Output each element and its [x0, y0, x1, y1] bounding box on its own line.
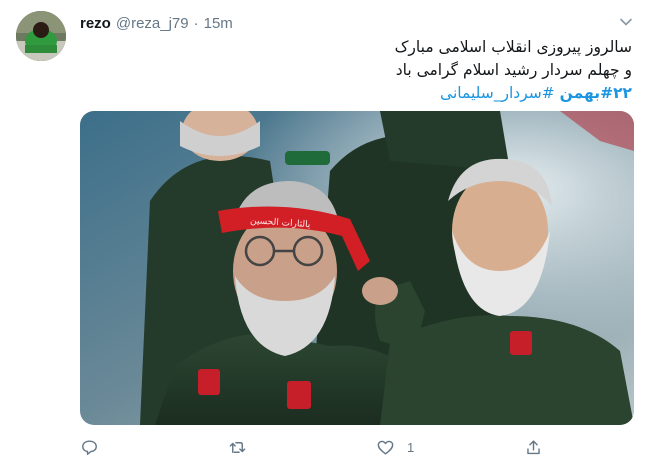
tweet-header: rezo @reza_j79 · 15m [80, 13, 233, 33]
tweet-text: سالروز پیروزی انقلاب اسلامی مبارک و چهلم… [92, 36, 632, 105]
tweet[interactable]: rezo @reza_j79 · 15m سالروز پیروزی انقلا… [0, 0, 652, 468]
hashtag-link-1[interactable]: #۲۲بهمن [560, 84, 632, 102]
share-button[interactable] [524, 434, 543, 460]
avatar[interactable] [16, 11, 66, 61]
share-icon [527, 439, 540, 454]
like-button[interactable]: 1 [376, 434, 414, 460]
user-handle[interactable]: @reza_j79 [116, 15, 189, 32]
avatar-image [16, 11, 66, 61]
tweet-timestamp[interactable]: 15m [204, 15, 233, 32]
display-name[interactable]: rezo [80, 15, 111, 32]
tweet-text-line-1: سالروز پیروزی انقلاب اسلامی مبارک [394, 38, 632, 56]
media-illustration: یالثارات الحسین [80, 111, 634, 425]
separator-dot: · [193, 14, 199, 32]
reply-icon [82, 439, 97, 455]
reply-button[interactable] [80, 434, 111, 460]
tweet-action-bar: 1 [80, 434, 560, 460]
tweet-menu-button[interactable] [618, 14, 634, 30]
tweet-text-line-2: و چهلم سردار رشید اسلام گرامی باد [395, 61, 632, 79]
hashtag-row: #۲۲بهمن #سردار_سلیمانی [92, 82, 632, 105]
retweet-button[interactable] [228, 434, 259, 460]
like-count: 1 [407, 439, 415, 455]
tweet-media-image[interactable]: یالثارات الحسین [80, 111, 634, 425]
hashtag-link-2[interactable]: #سردار_سلیمانی [440, 84, 555, 102]
retweet-icon [229, 441, 246, 453]
heart-icon [377, 440, 394, 455]
chevron-down-icon [620, 18, 632, 26]
